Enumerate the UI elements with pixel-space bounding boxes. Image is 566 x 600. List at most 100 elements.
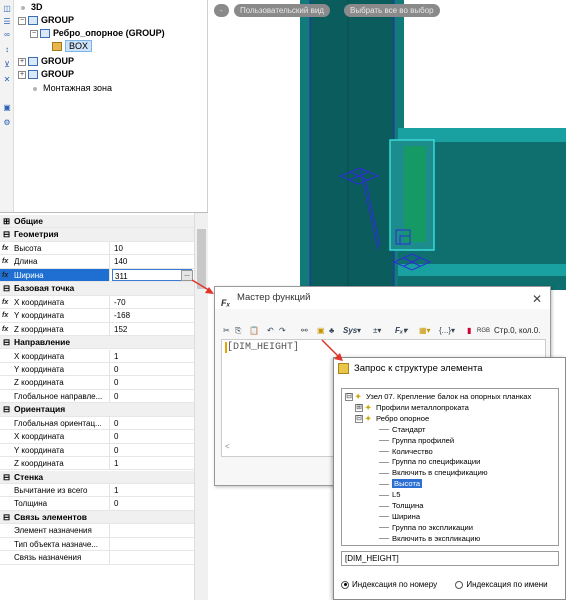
property-category[interactable]: ⊟ Стенка: [0, 470, 194, 484]
property-row[interactable]: Вычитание из всего 1: [0, 484, 194, 498]
query-result-field[interactable]: [DIM_HEIGHT]: [341, 551, 559, 566]
property-category[interactable]: ⊟ Направление: [0, 336, 194, 350]
property-value[interactable]: [112, 524, 192, 536]
radio-index-by-name[interactable]: Индексация по имени: [455, 580, 548, 589]
property-value[interactable]: -70: [112, 296, 192, 308]
category-toggle-icon[interactable]: ⊟: [3, 403, 11, 416]
layers-icon[interactable]: ▣: [2, 103, 12, 113]
paste-icon[interactable]: 📋: [249, 323, 259, 339]
redo-icon[interactable]: ↷: [279, 323, 286, 339]
structure-tree-item[interactable]: Высота: [379, 478, 423, 489]
tree-toggle-icon[interactable]: ⊟: [355, 414, 363, 423]
property-row[interactable]: Связь назначения: [0, 551, 194, 565]
property-value[interactable]: 1: [112, 350, 192, 362]
property-value[interactable]: 0: [112, 497, 192, 509]
property-value[interactable]: 0: [112, 376, 192, 388]
formula-icon[interactable]: fx: [2, 242, 8, 254]
property-value[interactable]: 1: [112, 484, 192, 496]
tree-item-box[interactable]: BOX: [52, 40, 93, 53]
property-value[interactable]: 152: [112, 323, 192, 335]
expand-icon[interactable]: +: [18, 57, 26, 66]
property-value[interactable]: 0: [112, 444, 192, 456]
property-value[interactable]: 0: [112, 430, 192, 442]
property-value[interactable]: 1: [112, 457, 192, 469]
property-category[interactable]: ⊟ Геометрия: [0, 228, 194, 242]
property-value[interactable]: [112, 551, 192, 563]
tree-item-rebro[interactable]: − Ребро_опорное (GROUP): [30, 27, 165, 40]
editor-hscroll-left[interactable]: <: [221, 440, 341, 453]
operators-icon[interactable]: ±▾: [373, 323, 381, 339]
dropdown-icon[interactable]: ▾: [357, 323, 361, 339]
property-value[interactable]: 0: [112, 390, 192, 402]
property-row[interactable]: X координата 1: [0, 349, 194, 363]
category-toggle-icon[interactable]: ⊟: [3, 336, 11, 349]
structure-tree-item[interactable]: Включить в экспликацию: [379, 533, 480, 544]
category-toggle-icon[interactable]: ⊟: [3, 471, 11, 484]
property-value[interactable]: -168: [112, 309, 192, 321]
sort-icon[interactable]: ↕: [2, 45, 12, 55]
property-value[interactable]: 311: [112, 268, 192, 282]
property-category[interactable]: ⊞ Общие: [0, 215, 194, 229]
tree-toggle-icon[interactable]: ⊟: [345, 393, 353, 401]
formula-icon[interactable]: fx: [2, 255, 8, 267]
brackets-icon[interactable]: {...}▾: [439, 323, 455, 339]
radio-index-by-number[interactable]: Индексация по номеру: [341, 580, 437, 589]
property-row[interactable]: fx Длина 140: [0, 255, 194, 269]
structure-tree-item[interactable]: Количество: [379, 446, 433, 457]
structure-tree-item[interactable]: Группа по спецификации: [379, 456, 480, 467]
property-row[interactable]: fx X координата -70: [0, 295, 194, 310]
property-row[interactable]: Глобальное направле... 0: [0, 389, 194, 404]
formula-icon[interactable]: fx: [2, 309, 8, 321]
property-row[interactable]: Глобальная ориентац... 0: [0, 416, 194, 431]
collapse-icon[interactable]: −: [30, 29, 38, 38]
structure-tree-item[interactable]: Группа по экспликации: [379, 522, 473, 533]
filter-icon[interactable]: ⊻: [2, 60, 12, 70]
tree-view-icon[interactable]: ☰: [2, 17, 12, 27]
cut-icon[interactable]: ✂: [223, 323, 230, 339]
rgb-icon[interactable]: RGB: [477, 323, 490, 339]
property-grid-scrollbar[interactable]: [194, 213, 208, 600]
viewport-tab-select-all[interactable]: Выбрать все во выбор: [344, 4, 440, 17]
property-category[interactable]: ⊟ Базовая точка: [0, 282, 194, 296]
tree-item-mounting-zone[interactable]: Монтажная зона: [30, 82, 112, 95]
structure-tree-item[interactable]: ⊞ ✦ Профили металлопроката: [355, 402, 469, 413]
tree-item-group[interactable]: + GROUP: [18, 55, 74, 68]
settings-icon[interactable]: ⚙: [2, 118, 12, 128]
table-icon[interactable]: ▦▾: [419, 323, 431, 339]
formula-icon[interactable]: fx: [2, 296, 8, 308]
category-toggle-icon[interactable]: ⊟: [3, 282, 11, 295]
tree-item-group[interactable]: + GROUP: [18, 68, 74, 81]
property-value[interactable]: 0: [112, 417, 192, 429]
property-row[interactable]: Y координата 0: [0, 362, 194, 377]
structure-tree-item[interactable]: Стандарт: [379, 424, 425, 435]
xyz-icon[interactable]: ✕: [2, 75, 12, 85]
structure-tree-item[interactable]: Группа профилей: [379, 435, 454, 446]
property-row[interactable]: fx Z координата 152: [0, 322, 194, 336]
category-toggle-icon[interactable]: ⊟: [3, 228, 11, 241]
property-row[interactable]: fx Ширина 311...: [0, 268, 194, 283]
formula-icon[interactable]: fx: [2, 269, 8, 281]
radio-icon[interactable]: [341, 580, 349, 589]
tree-item-3d[interactable]: 3D: [18, 1, 43, 14]
property-category[interactable]: ⊟ Связь элементов: [0, 510, 194, 525]
property-row[interactable]: Толщина 0: [0, 497, 194, 511]
tree-item-group[interactable]: − GROUP: [18, 14, 74, 27]
property-row[interactable]: X координата 0: [0, 430, 194, 444]
link-icon[interactable]: ⚯: [301, 323, 308, 339]
viewport-tab-user-view[interactable]: Пользовательский вид: [234, 4, 330, 17]
structure-tree-item[interactable]: Включить в спецификацию: [379, 467, 488, 478]
property-row[interactable]: fx Y координата -168: [0, 309, 194, 323]
tree-toggle-icon[interactable]: ⊞: [355, 403, 363, 412]
expand-icon[interactable]: +: [18, 70, 26, 79]
3d-viewport[interactable]: - Пользовательский вид Выбрать все во вы…: [208, 0, 566, 290]
collapse-icon[interactable]: −: [18, 16, 26, 25]
radio-icon[interactable]: [455, 580, 464, 589]
property-value[interactable]: 0: [112, 363, 192, 375]
structure-tree-item[interactable]: Ширина: [379, 511, 420, 522]
category-toggle-icon[interactable]: ⊞: [3, 215, 11, 228]
structure-query-icon[interactable]: ▣: [317, 323, 325, 339]
binoculars-icon[interactable]: ∞: [2, 30, 12, 40]
property-row[interactable]: Z координата 1: [0, 457, 194, 471]
network-icon[interactable]: ♣: [329, 323, 334, 339]
structure-tree-item[interactable]: L5: [379, 489, 400, 500]
